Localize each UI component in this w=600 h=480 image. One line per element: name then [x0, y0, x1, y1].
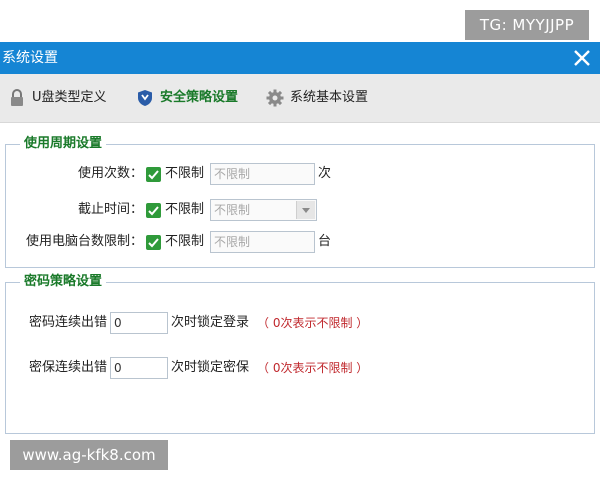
usage-count-label: 使用次数：	[77, 166, 143, 181]
close-button[interactable]	[570, 46, 594, 70]
computer-limit-label: 使用电脑台数限制：	[25, 234, 143, 249]
usage-period-group: 使用周期设置 使用次数： 不限制 次 截止时间： 不限制 不限制 使用电脑台数限…	[5, 135, 595, 268]
tab-bar: U盘类型定义 安全策略设置 系统基本设置	[0, 74, 600, 123]
security-question-lock-label: 次时锁定密保	[171, 360, 250, 375]
password-policy-group: 密码策略设置 密码连续出错 次时锁定登录 （ 0次表示不限制 ） 密保连续出错 …	[5, 273, 595, 434]
chevron-down-icon	[302, 208, 310, 213]
dropdown-arrow[interactable]	[296, 201, 315, 219]
expiry-date-unlimited-label: 不限制	[165, 202, 205, 217]
window-title: 系统设置	[2, 50, 58, 66]
security-question-error-count-input[interactable]	[110, 357, 168, 379]
security-question-zero-note: （ 0次表示不限制 ）	[257, 361, 369, 375]
password-error-label: 密码连续出错	[28, 315, 107, 330]
check-icon	[148, 238, 159, 248]
watermark-bottom: www.ag-kfk8.com	[10, 440, 168, 470]
computer-limit-unlimited-label: 不限制	[165, 234, 205, 249]
usage-count-input[interactable]	[210, 163, 315, 185]
expiry-date-unlimited-checkbox[interactable]	[146, 203, 161, 218]
tab-label: 系统基本设置	[290, 90, 369, 105]
computer-limit-input[interactable]	[210, 231, 315, 253]
security-question-error-label: 密保连续出错	[28, 360, 107, 375]
tab-security-policy[interactable]: 安全策略设置	[136, 87, 260, 109]
tab-label: U盘类型定义	[32, 90, 107, 105]
usage-count-unit: 次	[318, 166, 332, 181]
tab-system-basic[interactable]: 系统基本设置	[266, 87, 386, 109]
window-titlebar: 系统设置	[0, 42, 600, 74]
expiry-date-select-value: 不限制	[214, 203, 251, 217]
usage-period-title: 使用周期设置	[20, 135, 107, 153]
computer-limit-unlimited-checkbox[interactable]	[146, 235, 161, 250]
lock-icon	[11, 89, 23, 106]
watermark-top: TG: MYYJJPP	[465, 10, 589, 40]
close-icon	[574, 50, 590, 66]
expiry-date-select[interactable]: 不限制	[210, 199, 317, 221]
password-policy-title: 密码策略设置	[20, 273, 107, 291]
check-icon	[148, 206, 159, 216]
expiry-date-label: 截止时间：	[77, 202, 143, 217]
computer-limit-unit: 台	[318, 234, 332, 249]
password-lock-label: 次时锁定登录	[171, 315, 250, 330]
gear-icon	[266, 89, 284, 107]
tab-label: 安全策略设置	[160, 90, 239, 105]
shield-icon	[138, 90, 152, 106]
password-error-count-input[interactable]	[110, 312, 168, 334]
tab-u-disk-type[interactable]: U盘类型定义	[8, 87, 128, 109]
usage-count-unlimited-label: 不限制	[165, 166, 205, 181]
check-icon	[148, 170, 159, 180]
usage-count-unlimited-checkbox[interactable]	[146, 167, 161, 182]
password-zero-note: （ 0次表示不限制 ）	[257, 316, 369, 330]
